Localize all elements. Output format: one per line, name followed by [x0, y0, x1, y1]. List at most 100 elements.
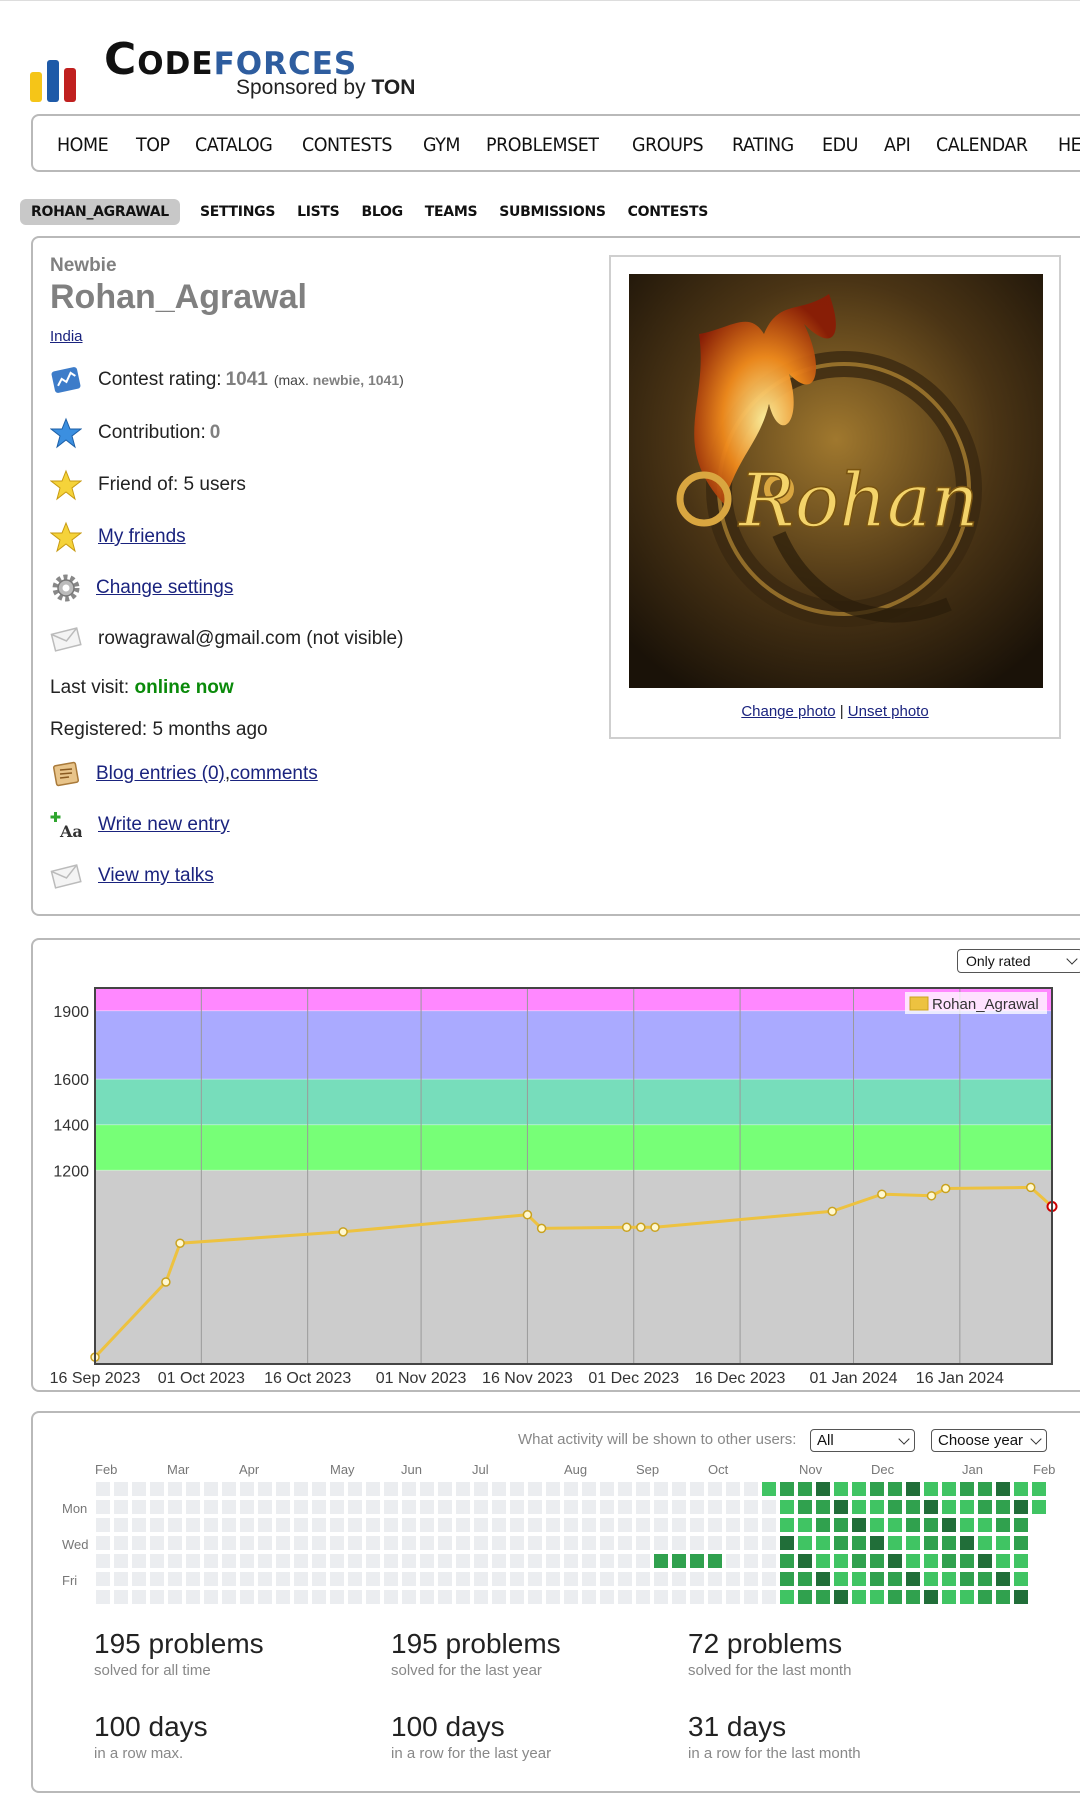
tab-teams[interactable]: TEAMS — [425, 204, 478, 220]
rating-filter-value: Only rated — [966, 953, 1031, 969]
stat-value: 72 problems — [688, 1628, 843, 1659]
top-border — [0, 0, 1080, 1]
my-friends-row: My friends — [50, 521, 186, 553]
contribution-value: 0 — [209, 422, 221, 443]
year-select-value: Choose year — [938, 1432, 1024, 1449]
stat-desc: in a row for the last year — [391, 1745, 552, 1762]
gear-icon — [50, 572, 82, 604]
user-handle: Rohan_Agrawal — [50, 278, 307, 316]
menu-calendar[interactable]: CALENDAR — [936, 134, 1028, 156]
menu-edu[interactable]: EDU — [822, 134, 858, 156]
registered-text: Registered: 5 months ago — [50, 719, 268, 740]
avatar-link-separator: | — [835, 703, 848, 720]
tab-contests[interactable]: CONTESTS — [628, 204, 709, 220]
tab-lists[interactable]: LISTS — [297, 204, 340, 220]
contest-rating-value: 1041 — [225, 369, 268, 390]
rating-chart-icon — [50, 364, 82, 396]
logo-bar-blue — [47, 60, 59, 102]
menu-api[interactable]: API — [884, 134, 911, 156]
menu-rating[interactable]: RATING — [732, 134, 794, 156]
stat-all-time: 195 problems solved for all time — [94, 1628, 264, 1679]
write-entry-icon: Aa — [50, 809, 82, 841]
sponsor-prefix: Sponsored by — [236, 76, 372, 99]
view-talks-link[interactable]: View my talks — [98, 865, 214, 887]
month-label: Oct — [708, 1462, 729, 1477]
rating-graph-box — [31, 938, 1080, 1392]
stat-value: 100 days — [391, 1711, 505, 1742]
contribution-label: Contribution: — [98, 422, 206, 443]
star-icon — [50, 521, 82, 553]
day-label: Mon — [62, 1501, 88, 1516]
menu-home[interactable]: HOME — [57, 134, 109, 156]
chevron-down-icon — [898, 1433, 910, 1445]
stat-last-month: 72 problems solved for the last month — [688, 1628, 851, 1679]
stat-desc: in a row max. — [94, 1745, 184, 1762]
menu-help[interactable]: HELP — [1058, 134, 1080, 156]
change-settings-link[interactable]: Change settings — [96, 577, 233, 599]
stat-value: 195 problems — [391, 1628, 561, 1659]
activity-filter-select[interactable]: All — [810, 1429, 915, 1452]
last-visit-label: Last visit: — [50, 677, 135, 698]
avatar-box: Rohan Change photo | Unset photo — [609, 255, 1061, 739]
rating-filter-select[interactable]: Only rated — [957, 949, 1080, 973]
star-icon — [50, 469, 82, 501]
max-prefix: (max. — [273, 372, 313, 388]
unset-photo-link[interactable]: Unset photo — [848, 703, 929, 720]
write-entry-link[interactable]: Write new entry — [98, 814, 230, 836]
stat-desc: solved for all time — [94, 1662, 211, 1679]
avatar: Rohan — [629, 274, 1043, 688]
month-label: Aug — [564, 1462, 588, 1477]
stat-desc: solved for the last year — [391, 1662, 542, 1679]
menu-catalog[interactable]: CATALOG — [195, 134, 273, 156]
month-label: Feb — [1033, 1462, 1056, 1477]
max-rank: newbie, 1041 — [312, 372, 400, 388]
chevron-down-icon — [1066, 953, 1078, 965]
settings-row: Change settings — [50, 572, 233, 604]
day-label: Wed — [62, 1537, 89, 1552]
change-photo-link[interactable]: Change photo — [741, 703, 835, 720]
day-label: Fri — [62, 1573, 78, 1588]
stat-last-year: 195 problems solved for the last year — [391, 1628, 561, 1679]
sponsor-line: Sponsored by TON — [236, 76, 415, 100]
month-label: Feb — [95, 1462, 118, 1477]
stat-streak-month: 31 days in a row for the last month — [688, 1711, 861, 1762]
tab-profile[interactable]: ROHAN_AGRAWAL — [20, 199, 180, 225]
contest-rating-row: Contest rating: 1041 (max. newbie, 1041) — [50, 364, 404, 396]
email-row: rowagrawal@gmail.com (not visible) — [50, 623, 403, 655]
stat-streak-year: 100 days in a row for the last year — [391, 1711, 551, 1762]
menu-top[interactable]: TOP — [136, 134, 170, 156]
month-label: Jun — [401, 1462, 422, 1477]
my-friends-link[interactable]: My friends — [98, 526, 186, 548]
year-select[interactable]: Choose year — [931, 1429, 1047, 1452]
blue-star-icon — [50, 417, 82, 449]
logo-word-code: Code — [104, 34, 214, 85]
logo-bar-yellow — [30, 72, 42, 102]
menu-contests[interactable]: CONTESTS — [302, 134, 392, 156]
month-label: May — [330, 1462, 355, 1477]
codeforces-logo[interactable]: Codeforces Sponsored by TON — [30, 30, 430, 102]
country-link[interactable]: India — [50, 328, 83, 345]
month-label: Nov — [799, 1462, 823, 1477]
svg-text:Aa: Aa — [59, 822, 82, 841]
friend-of-text: Friend of: 5 users — [98, 474, 246, 495]
tab-submissions[interactable]: SUBMISSIONS — [499, 204, 606, 220]
talks-row: View my talks — [50, 860, 214, 892]
blog-icon — [50, 758, 82, 790]
email-text: rowagrawal@gmail.com (not visible) — [98, 628, 404, 649]
stat-desc: in a row for the last month — [688, 1745, 861, 1762]
menu-groups[interactable]: GROUPS — [632, 134, 704, 156]
tab-settings[interactable]: SETTINGS — [200, 204, 275, 220]
envelope-icon — [50, 623, 82, 655]
friend-of-row: Friend of: 5 users — [50, 469, 246, 501]
comments-link[interactable]: comments — [230, 763, 318, 785]
stat-value: 31 days — [688, 1711, 787, 1742]
menu-gym[interactable]: GYM — [423, 134, 461, 156]
last-visit-status: online now — [134, 677, 234, 698]
chevron-down-icon — [1030, 1433, 1042, 1445]
tab-blog[interactable]: BLOG — [361, 204, 403, 220]
user-rank: Newbie — [50, 255, 117, 276]
blog-entries-link[interactable]: Blog entries (0) — [96, 763, 225, 785]
menu-problemset[interactable]: PROBLEMSET — [486, 134, 599, 156]
max-rating: (max. newbie, 1041) — [274, 372, 404, 388]
stat-streak-max: 100 days in a row max. — [94, 1711, 208, 1762]
